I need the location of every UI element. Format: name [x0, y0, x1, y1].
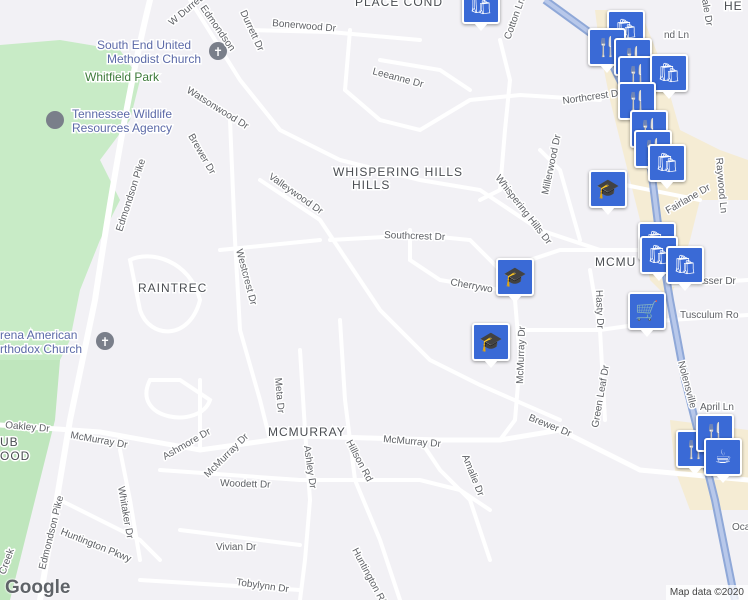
- street-label: Ashley Dr: [301, 445, 318, 490]
- shopping-pin[interactable]: 🛍: [666, 246, 704, 291]
- shopping-bag-icon: 🛍: [672, 253, 698, 276]
- street-label: Hillson Rd: [343, 438, 374, 483]
- school-pin[interactable]: 🎓: [496, 258, 534, 303]
- graduation-cap-icon: 🎓: [503, 265, 527, 288]
- poi-whitfield-park[interactable]: Whitfield Park: [84, 69, 162, 86]
- grocery-pin[interactable]: 🛒: [628, 292, 666, 337]
- cafe-pin[interactable]: ☕: [704, 438, 742, 483]
- street-label: Oca: [732, 522, 748, 533]
- fork-knife-icon: 🍴: [625, 89, 649, 112]
- shopping-pin[interactable]: 🛍: [648, 144, 686, 189]
- svg-text:✝: ✝: [100, 335, 110, 349]
- street-label: Leeanne Dr: [371, 66, 425, 90]
- poi-serbian-church-2[interactable]: rthodox Church: [0, 341, 84, 358]
- shopping-bag-icon: 🛍: [654, 151, 680, 174]
- street-label: McMurray Dr: [383, 434, 442, 450]
- google-logo[interactable]: Google: [5, 577, 70, 599]
- shopping-cart-icon: 🛒: [635, 299, 659, 322]
- poi-south-end-church-2[interactable]: Methodist Church: [106, 51, 203, 68]
- svg-text:✝: ✝: [213, 45, 223, 59]
- coffee-cup-icon: ☕: [714, 445, 732, 468]
- street-label: Hasty Dr: [593, 290, 605, 330]
- street-label: McMurray Dr: [515, 325, 528, 384]
- graduation-cap-icon: 🎓: [479, 330, 503, 353]
- neighborhood-he: HE: [724, 0, 743, 13]
- street-label: Tusculum Ro: [680, 310, 739, 321]
- school-pin[interactable]: 🎓: [589, 170, 627, 215]
- neighborhood-club2: OOD: [0, 449, 30, 463]
- street-label: Brewer Dr: [185, 132, 217, 177]
- street-label: Cherrywo: [449, 277, 493, 295]
- street-label: Millerwood Dr: [540, 133, 564, 196]
- shopping-bag-icon: 🛍: [468, 0, 494, 16]
- street-label: Edmondson Pike: [114, 157, 148, 233]
- neighborhood-whispering-hills-1: WHISPERING HILLS: [333, 165, 463, 179]
- neighborhood-place-cond: PLACE COND: [355, 0, 443, 9]
- street-label: April Ln: [700, 402, 734, 413]
- street-label: Meta Dr: [272, 377, 286, 414]
- street-label: Southcrest Dr: [384, 230, 446, 243]
- street-label: Green Leaf Dr: [590, 364, 612, 429]
- street-label: Valleywood Dr: [266, 171, 325, 217]
- street-label: Tobylynn Dr: [236, 577, 290, 595]
- street-label: ale Dr: [699, 0, 715, 27]
- graduation-cap-icon: 🎓: [596, 177, 620, 200]
- street-label: Woodett Dr: [220, 478, 271, 491]
- street-label: Nolensville: [675, 360, 698, 410]
- poi-twra-1[interactable]: Tennessee Wildlife: [71, 106, 174, 123]
- agency-icon[interactable]: [46, 111, 64, 129]
- poi-serbian-church-1[interactable]: rena American: [0, 327, 79, 344]
- street-label: Watsonwood Dr: [184, 85, 250, 132]
- school-pin[interactable]: 🎓: [472, 323, 510, 368]
- map-data-credit[interactable]: Map data ©2020: [665, 585, 748, 600]
- poi-south-end-church-1[interactable]: South End United: [96, 37, 193, 54]
- street-label: nd Ln: [664, 30, 689, 41]
- street-label: Cotton Ln: [502, 0, 527, 41]
- poi-twra-2[interactable]: Resources Agency: [71, 120, 174, 137]
- neighborhood-raintrec: RAINTREC: [138, 281, 207, 295]
- street-label: Northcrest D: [562, 88, 619, 107]
- neighborhood-club: UB: [0, 435, 19, 449]
- neighborhood-mcmurray: MCMURRAY: [268, 425, 346, 439]
- street-label: Vivian Dr: [216, 542, 257, 553]
- shopping-pin[interactable]: 🛍: [462, 0, 500, 31]
- shopping-bag-icon: 🛍: [656, 61, 682, 84]
- street-label: McMurray Dr: [202, 431, 251, 480]
- neighborhood-whispering-hills-2: HILLS: [352, 178, 390, 192]
